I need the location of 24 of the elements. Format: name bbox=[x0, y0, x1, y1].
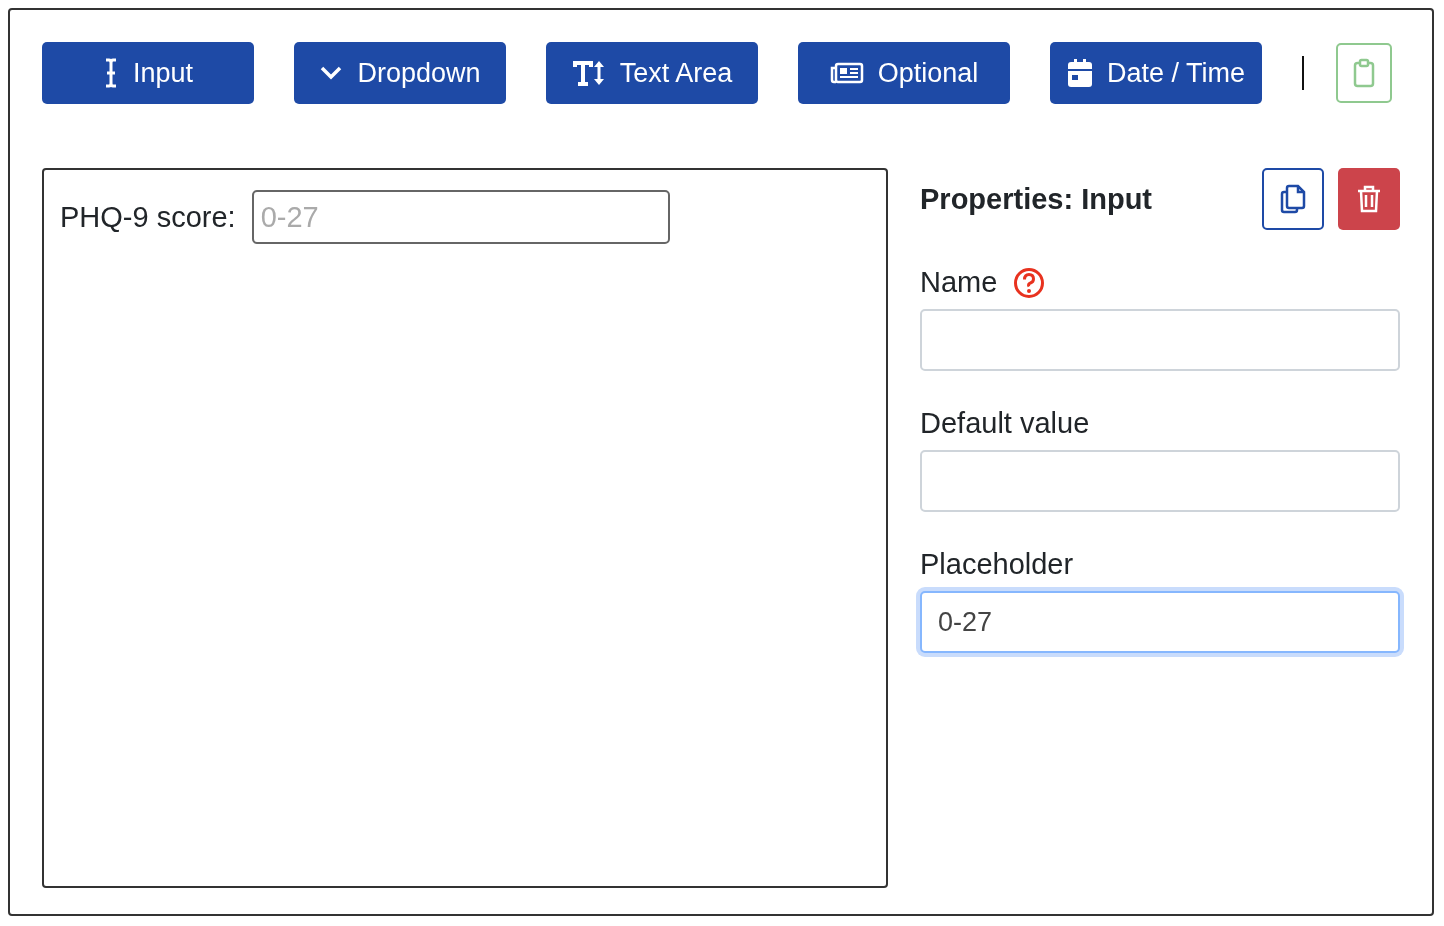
property-input[interactable] bbox=[920, 450, 1400, 512]
add-field-button[interactable]: Dropdown bbox=[294, 42, 506, 104]
add-field-button[interactable]: Optional bbox=[798, 42, 1010, 104]
score-input[interactable]: 0-27 bbox=[251, 190, 670, 244]
clipboard-icon bbox=[1353, 58, 1375, 88]
newspaper-icon bbox=[829, 62, 864, 84]
add-field-button[interactable]: Text Area bbox=[546, 42, 758, 104]
property-label: Name bbox=[920, 266, 998, 299]
chevron-down-icon bbox=[319, 65, 344, 81]
property-input[interactable] bbox=[920, 309, 1400, 371]
property-input[interactable]: 0-27 bbox=[920, 591, 1400, 653]
property-label: Default value bbox=[920, 407, 1090, 440]
text-height-icon bbox=[571, 59, 606, 87]
trash-icon bbox=[1357, 185, 1381, 213]
add-field-button[interactable]: Input bbox=[42, 42, 254, 104]
calendar-icon bbox=[1066, 58, 1093, 88]
add-field-button[interactable]: Date / Time bbox=[1050, 42, 1262, 104]
copy-button[interactable] bbox=[1262, 168, 1324, 230]
property-label: Placeholder bbox=[920, 548, 1074, 581]
properties-title: Properties: Input bbox=[920, 182, 1153, 216]
help-icon[interactable] bbox=[1013, 266, 1046, 299]
delete-button[interactable] bbox=[1338, 168, 1400, 230]
field-label: PHQ-9 score: bbox=[60, 200, 236, 234]
copy-icon bbox=[1280, 184, 1306, 214]
